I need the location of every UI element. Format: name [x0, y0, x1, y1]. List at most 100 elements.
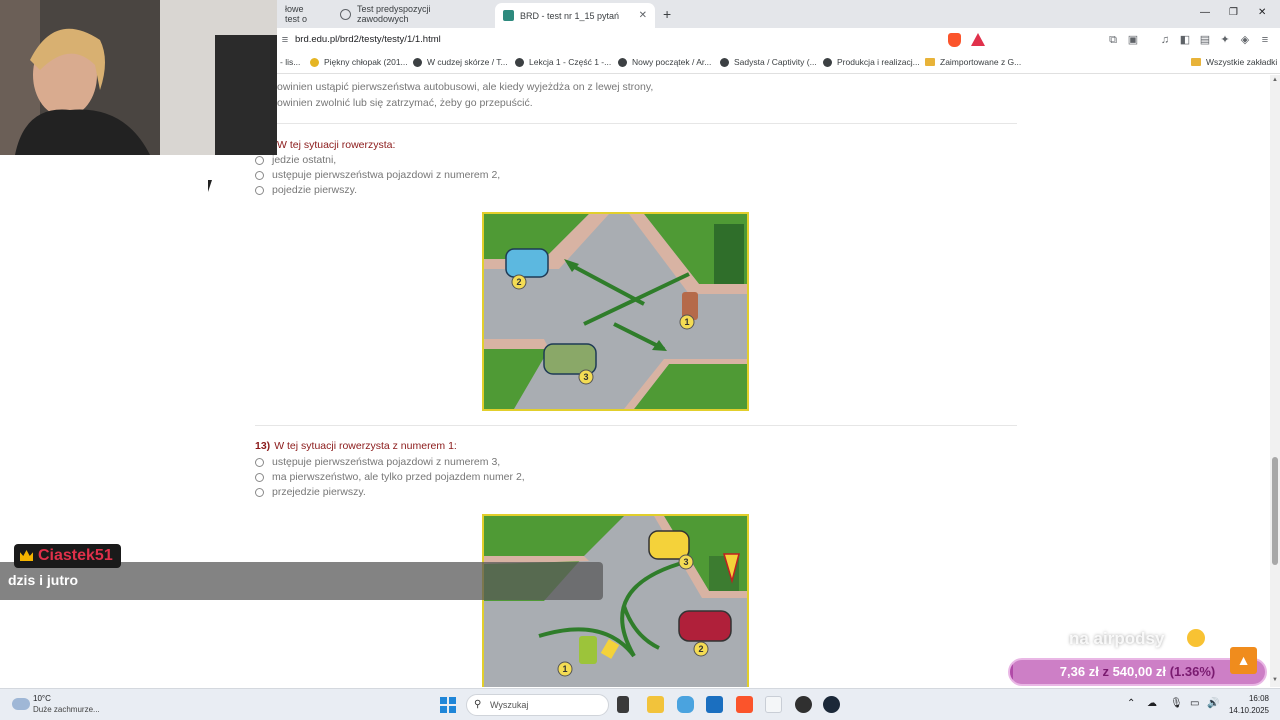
folder-icon — [925, 58, 935, 66]
bookmark-item[interactable]: Sadysta / Captivity (... — [720, 57, 817, 67]
vpn-icon[interactable]: ◈ — [1239, 34, 1251, 46]
brave-rewards-icon[interactable] — [971, 33, 985, 46]
radio-button[interactable] — [255, 170, 264, 180]
microphone-icon[interactable]: 🎙 — [1170, 698, 1183, 709]
page-scrollbar[interactable]: ▲ ▼ — [1270, 75, 1280, 687]
taskbar-search[interactable]: ⚲ Wyszukaj — [466, 694, 609, 716]
webcam-overlay — [0, 0, 277, 155]
bookmark-folder[interactable]: Zaimportowane z G... — [925, 57, 1021, 67]
answer-text: ma pierwszeństwo, ale tylko przed pojazd… — [272, 471, 525, 483]
bookmark-item[interactable]: Produkcja i realizacj... — [823, 57, 920, 67]
clock-date[interactable]: 14.10.2025 — [1220, 706, 1269, 715]
answer-option[interactable]: pojedzie pierwszy. — [255, 184, 357, 196]
question-13-illustration: 3 1 2 — [482, 514, 749, 687]
radio-button[interactable] — [255, 472, 264, 482]
divider — [255, 425, 1017, 426]
answer-text: jedzie ostatni, — [272, 154, 337, 166]
bookmark-item[interactable]: W cudzej skórze / T... — [413, 57, 508, 67]
radio-button[interactable] — [255, 457, 264, 467]
tab-label: BRD - test nr 1_15 pytań — [520, 10, 620, 21]
url-field[interactable]: brd.edu.pl/brd2/testy/testy/1/1.html — [295, 34, 441, 45]
radio-button[interactable] — [255, 155, 264, 165]
close-window-button[interactable]: ✕ — [1258, 7, 1266, 18]
question-12-illustration: 2 1 3 — [482, 212, 749, 411]
obs-icon[interactable] — [795, 696, 812, 713]
microsoft-store-icon[interactable] — [706, 696, 723, 713]
donation-percent: (1.36%) — [1169, 664, 1216, 679]
scroll-up-arrow-icon[interactable]: ▲ — [1272, 77, 1278, 83]
onedrive-icon[interactable]: ☁ — [1147, 698, 1157, 709]
answer-option[interactable]: jedzie ostatni, — [255, 154, 336, 166]
vehicle-number-label: 2 — [516, 277, 521, 287]
clock-time[interactable]: 16:08 — [1229, 694, 1269, 703]
vehicle-number-label: 3 — [683, 557, 688, 567]
donation-connector: z — [1102, 664, 1109, 679]
bookmark-label: Zaimportowane z G... — [940, 57, 1022, 67]
prev-answer[interactable]: owinien zwolnić lub się zatrzymać, żeby … — [277, 97, 533, 109]
bookmark-item[interactable]: Nowy początek / Ar... — [618, 57, 711, 67]
question-text: W tej sytuacji rowerzysta z numerem 1: — [274, 440, 457, 452]
task-view-icon[interactable] — [617, 696, 629, 713]
windows-start-icon[interactable] — [440, 697, 456, 713]
restore-button[interactable]: ❐ — [1229, 7, 1238, 18]
bookmark-item[interactable]: - lis... — [280, 57, 300, 67]
radio-button[interactable] — [255, 487, 264, 497]
sidebar-icon[interactable]: ◧ — [1179, 34, 1191, 46]
divider — [255, 123, 1017, 124]
leo-ai-icon[interactable]: ✦ — [1219, 34, 1231, 46]
tab-3-active[interactable]: BRD - test nr 1_15 pytań ✕ — [495, 3, 655, 28]
screen: łowe test o Test predyspozycji zawodowyc… — [0, 0, 1280, 720]
bookmark-item[interactable]: Piękny chłopak (201... — [310, 57, 408, 67]
brd-favicon-icon — [503, 10, 514, 21]
network-icon[interactable]: ▭ — [1190, 698, 1199, 709]
tab-2[interactable]: Test predyspozycji zawodowych — [332, 3, 492, 25]
scroll-thumb[interactable] — [1272, 457, 1278, 565]
search-placeholder: Wyszukaj — [490, 700, 529, 710]
answer-option[interactable]: ma pierwszeństwo, ale tylko przed pojazd… — [255, 471, 525, 483]
scroll-to-top-button[interactable]: ▲ — [1230, 647, 1257, 674]
radio-button[interactable] — [255, 185, 264, 195]
scroll-down-arrow-icon[interactable]: ▼ — [1272, 677, 1278, 683]
question-12-title: W tej sytuacji rowerzysta: — [277, 139, 396, 151]
file-explorer-icon[interactable] — [647, 696, 664, 713]
bookmark-label: - lis... — [280, 57, 301, 67]
app-icon[interactable] — [765, 696, 782, 713]
new-tab-button[interactable]: + — [663, 6, 671, 22]
donation-goal-label: na airpodsy — [1069, 629, 1165, 648]
weather-temperature[interactable]: 10°C — [33, 694, 51, 703]
minimize-button[interactable]: — — [1200, 7, 1210, 18]
media-icon[interactable]: ♫ — [1159, 34, 1171, 46]
vehicle-number-label: 1 — [684, 317, 689, 327]
answer-option[interactable]: ustępuje pierwszeństwa pojazdowi z numer… — [255, 169, 500, 181]
wallet-icon[interactable]: ▤ — [1199, 34, 1211, 46]
brave-shields-icon[interactable] — [948, 33, 961, 47]
cloud-icon[interactable] — [12, 698, 30, 710]
brave-browser-icon[interactable] — [736, 696, 753, 713]
close-tab-icon[interactable]: ✕ — [639, 10, 647, 21]
all-bookmarks-folder[interactable]: Wszystkie zakładki — [1191, 57, 1277, 67]
tray-chevron-icon[interactable]: ⌃ — [1127, 698, 1135, 709]
tab-label: łowe test o — [285, 4, 308, 24]
site-info-icon[interactable]: ≡ — [279, 34, 291, 46]
answer-text: przejedzie pierwszy. — [272, 486, 366, 498]
answer-option[interactable]: przejedzie pierwszy. — [255, 486, 366, 498]
menu-icon[interactable]: ≡ — [1259, 34, 1271, 46]
vehicle-number-label: 1 — [562, 664, 567, 674]
globe-icon — [720, 57, 729, 67]
crown-icon — [20, 550, 33, 561]
extensions-icon[interactable]: ⧉ — [1107, 34, 1119, 46]
prev-answer[interactable]: owinien ustąpić pierwszeństwa autobusowi… — [277, 81, 653, 93]
answer-text: pojedzie pierwszy. — [272, 184, 358, 196]
weather-description[interactable]: Duże zachmurze... — [33, 705, 100, 714]
bookmark-item[interactable]: Lekcja 1 - Część 1 -... — [515, 57, 611, 67]
answer-option[interactable]: ustępuje pierwszeństwa pojazdowi z numer… — [255, 456, 500, 468]
question-number: 13) — [255, 440, 271, 452]
volume-icon[interactable]: 🔊 — [1207, 698, 1219, 709]
bookmark-label: Sadysta / Captivity (... — [734, 57, 817, 67]
screenshot-icon[interactable]: ▣ — [1127, 34, 1139, 46]
bookmark-label: Produkcja i realizacj... — [837, 57, 920, 67]
copilot-icon[interactable] — [677, 696, 694, 713]
donation-current: 7,36 zł — [1059, 664, 1099, 679]
tab-1[interactable]: łowe test o — [277, 3, 325, 25]
steam-icon[interactable] — [823, 696, 840, 713]
